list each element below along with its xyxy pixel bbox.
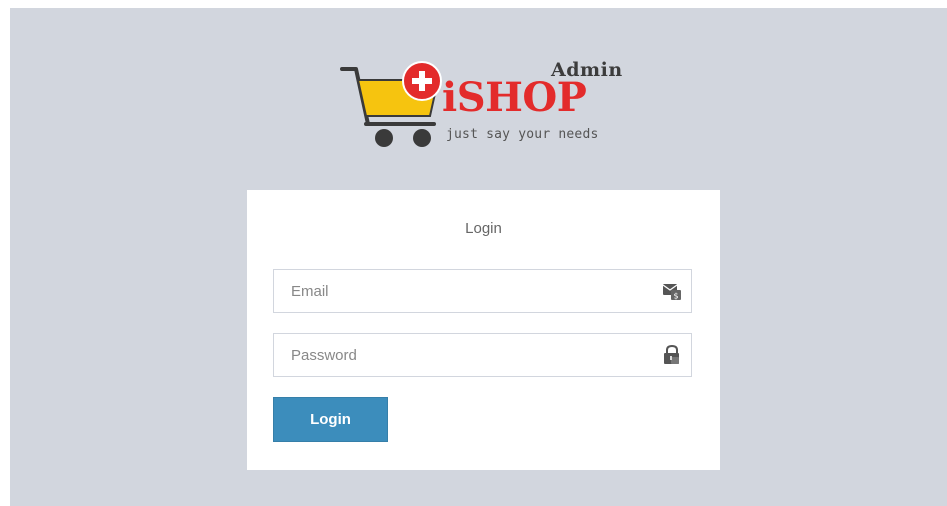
login-title: Login [465, 220, 502, 237]
svg-text:$: $ [673, 292, 678, 301]
brand-logo: Admin iSHOP just say your needs [338, 54, 648, 162]
password-input[interactable] [274, 334, 661, 376]
login-box: Login $ Login [247, 190, 720, 470]
envelope-icon: $ [662, 284, 681, 301]
email-field-group: $ [273, 269, 692, 313]
login-page-background: Admin iSHOP just say your needs Login $ [10, 8, 947, 506]
logo-brand-name: iSHOP [442, 74, 587, 121]
logo-tagline: just say your needs [446, 127, 599, 142]
email-input[interactable] [274, 270, 661, 312]
password-field-group [273, 333, 692, 377]
lock-icon [664, 345, 679, 364]
login-button[interactable]: Login [273, 397, 388, 442]
